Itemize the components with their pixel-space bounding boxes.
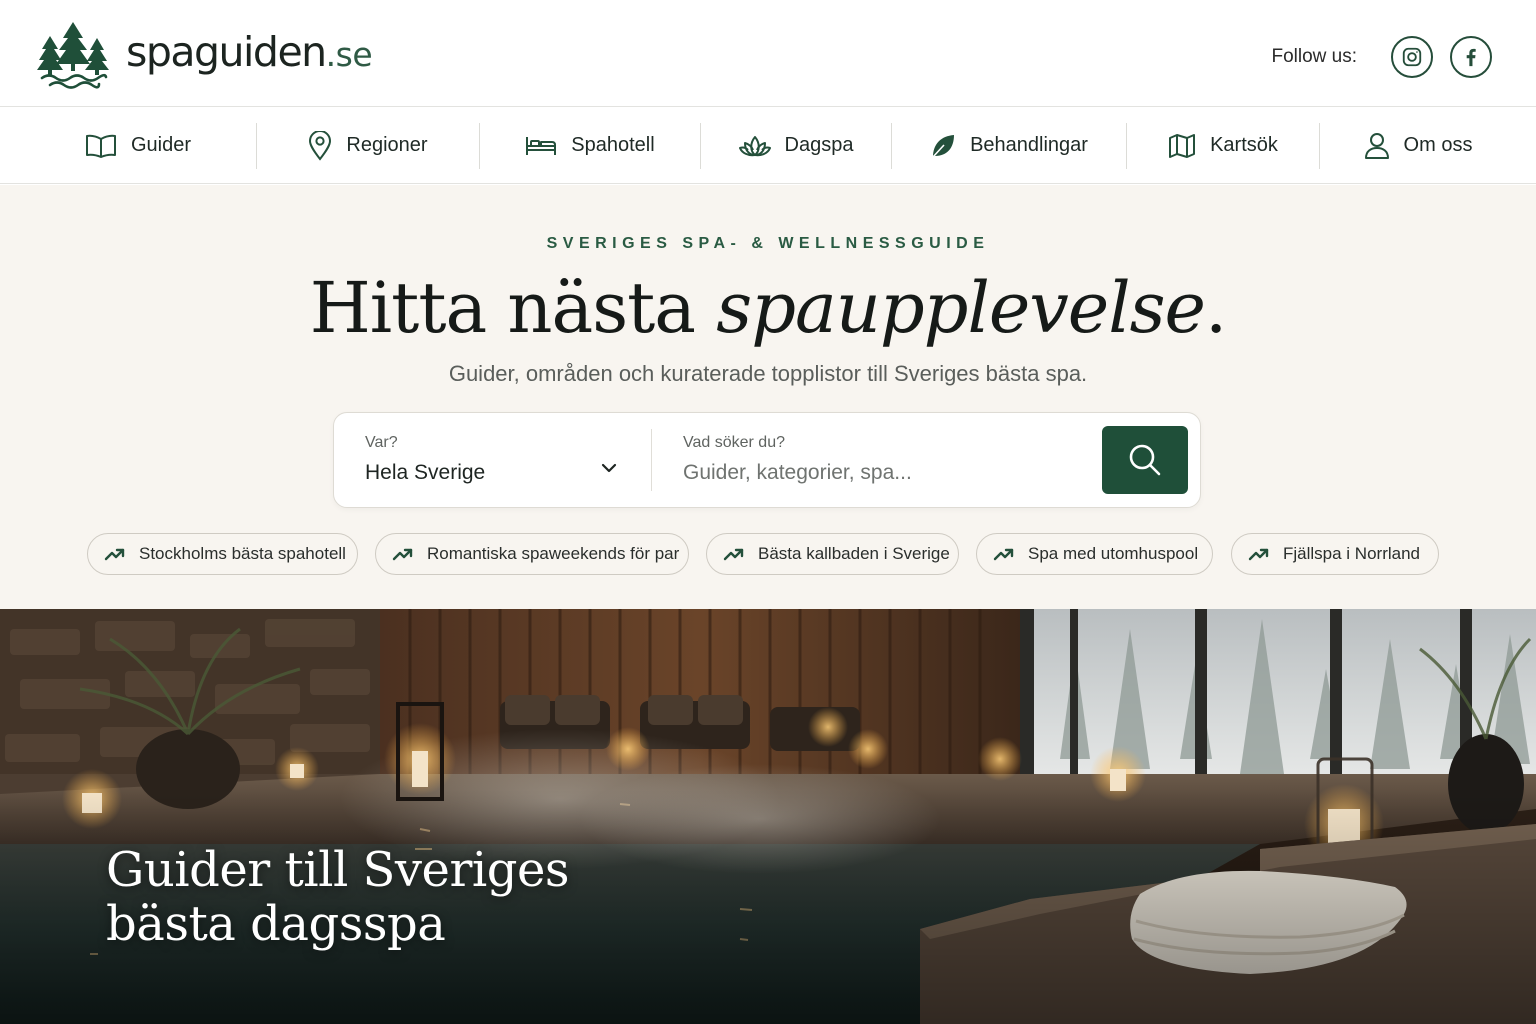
pine-trees-logo-icon xyxy=(37,22,109,89)
trending-up-icon xyxy=(392,548,413,561)
feature-title-line-1: Guider till Sveriges xyxy=(106,842,570,898)
nav-item-kartsok[interactable]: Kartsök xyxy=(1127,108,1319,184)
region-label: Var? xyxy=(365,434,398,451)
hero-eyebrow: SVERIGES SPA- & WELLNESSGUIDE xyxy=(546,235,990,252)
feature-title-line-2: bästa dagsspa xyxy=(106,896,446,952)
logo-wordmark: spaguiden.se xyxy=(126,28,373,76)
trending-up-icon xyxy=(723,548,744,561)
logo-name: spaguiden xyxy=(126,28,327,76)
query-placeholder: Guider, kategorier, spa... xyxy=(683,461,912,484)
chip-fjallspa-norrland[interactable]: Fjällspa i Norrland xyxy=(1231,533,1439,575)
map-pin-icon xyxy=(309,130,332,161)
trending-up-icon xyxy=(993,548,1014,561)
facebook-icon xyxy=(1466,48,1476,67)
chip-romantiska-spaweekends[interactable]: Romantiska spaweekends för par xyxy=(375,533,689,575)
chip-basta-kallbaden[interactable]: Bästa kallbaden i Sverige xyxy=(706,533,959,575)
follow-label: Follow us: xyxy=(1271,46,1357,67)
nav-item-behandlingar[interactable]: Behandlingar xyxy=(892,108,1126,184)
chip-label: Romantiska spaweekends för par xyxy=(427,544,680,563)
trending-up-icon xyxy=(1248,548,1269,561)
user-icon xyxy=(1364,132,1389,159)
region-select[interactable]: Var? Hela Sverige xyxy=(334,413,651,509)
main-nav: Guider Regioner Spahotell Dagspa Behandl… xyxy=(0,108,1536,184)
nav-item-dagspa[interactable]: Dagspa xyxy=(701,108,891,184)
search-query-field[interactable]: Vad söker du? Guider, kategorier, spa... xyxy=(652,413,1092,509)
lotus-icon xyxy=(738,135,771,156)
leaf-icon xyxy=(932,134,955,158)
nav-item-spahotell[interactable]: Spahotell xyxy=(480,108,700,184)
social-links: Follow us: xyxy=(1271,36,1492,78)
feature-title: Guider till Sveriges bästa dagsspa xyxy=(106,842,570,952)
feature-banner[interactable]: Guider till Sveriges bästa dagsspa xyxy=(0,609,1536,1024)
region-value: Hela Sverige xyxy=(365,461,486,484)
popular-searches: Stockholms bästa spahotell Romantiska sp… xyxy=(0,533,1536,577)
chip-label: Spa med utomhuspool xyxy=(1028,544,1199,563)
nav-label-om-oss: Om oss xyxy=(1403,134,1473,156)
nav-label-regioner: Regioner xyxy=(346,134,428,156)
nav-item-guider[interactable]: Guider xyxy=(20,108,256,184)
nav-label-spahotell: Spahotell xyxy=(571,134,655,156)
search-bar: Var? Hela Sverige Vad söker du? Guider, … xyxy=(333,412,1201,508)
trending-up-icon xyxy=(104,548,125,561)
headline-italic: spaupplevelse xyxy=(716,267,1206,349)
headline-plain: Hitta nästa xyxy=(309,267,717,349)
search-icon xyxy=(1129,444,1161,476)
nav-label-behandlingar: Behandlingar xyxy=(970,134,1088,156)
chip-spa-utomhuspool[interactable]: Spa med utomhuspool xyxy=(976,533,1213,575)
chip-label: Stockholms bästa spahotell xyxy=(139,544,346,563)
chip-label: Bästa kallbaden i Sverige xyxy=(758,544,950,563)
instagram-icon xyxy=(1402,47,1422,67)
map-icon xyxy=(1169,133,1196,158)
chip-label: Fjällspa i Norrland xyxy=(1283,544,1420,563)
instagram-link[interactable] xyxy=(1391,36,1433,78)
hero-headline: Hitta nästa spaupplevelse. xyxy=(0,267,1536,349)
site-logo[interactable]: spaguiden.se xyxy=(36,20,373,90)
hero-subline: Guider, områden och kuraterade topplisto… xyxy=(448,361,1088,386)
bed-icon xyxy=(526,136,557,155)
nav-item-regioner[interactable]: Regioner xyxy=(257,108,479,184)
hero-section: SVERIGES SPA- & WELLNESSGUIDE Hitta näst… xyxy=(0,185,1536,609)
nav-label-dagspa: Dagspa xyxy=(784,134,854,156)
search-button[interactable] xyxy=(1102,426,1188,494)
chip-stockholms-spahotell[interactable]: Stockholms bästa spahotell xyxy=(87,533,358,575)
headline-period: . xyxy=(1204,267,1227,349)
spa-pool-photo xyxy=(0,609,1536,1024)
facebook-link[interactable] xyxy=(1450,36,1492,78)
book-icon xyxy=(85,134,116,158)
nav-item-om-oss[interactable]: Om oss xyxy=(1320,108,1516,184)
site-header: spaguiden.se Follow us: xyxy=(0,0,1536,107)
nav-label-guider: Guider xyxy=(130,134,192,156)
logo-tld: .se xyxy=(325,35,373,74)
chevron-down-icon xyxy=(601,463,617,473)
query-label: Vad söker du? xyxy=(683,434,785,451)
nav-label-kartsok: Kartsök xyxy=(1210,134,1278,156)
